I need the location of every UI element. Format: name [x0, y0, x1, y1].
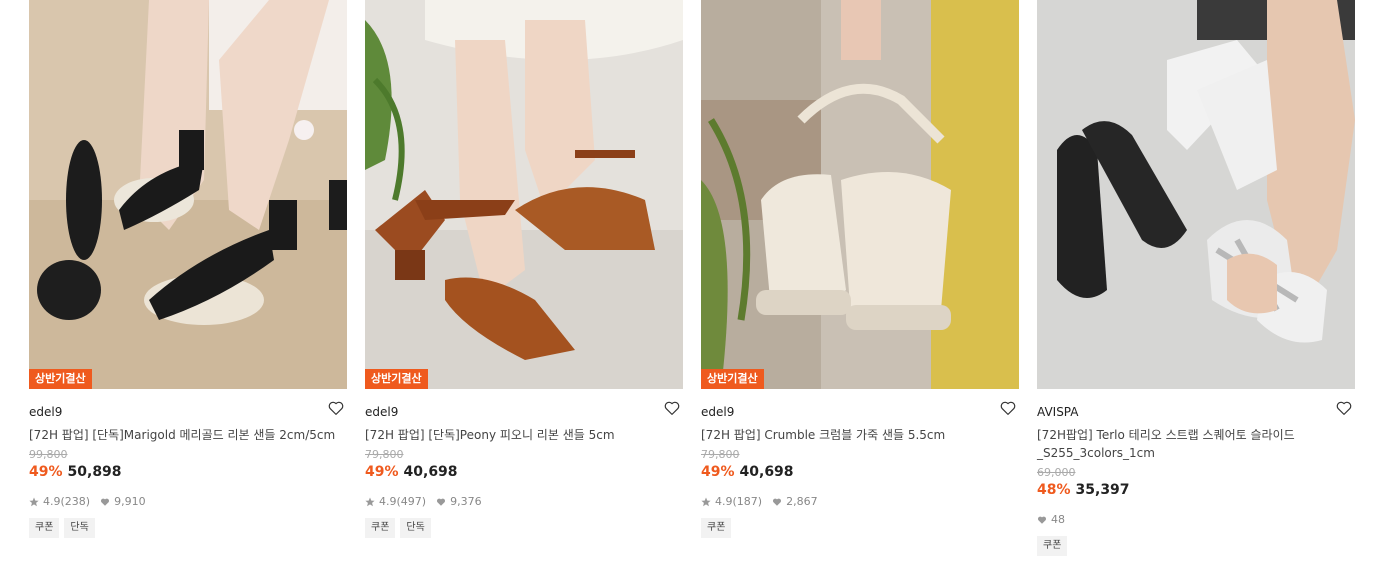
product-card[interactable]: 상반기결산 edel9 [72H 팝업] [단독]Marigold 메리골드 리…	[29, 0, 347, 538]
brand-name[interactable]: edel9	[701, 405, 734, 419]
product-stats: 48	[1037, 513, 1355, 527]
sale-badge: 상반기결산	[365, 369, 428, 389]
product-stats: 4.9 (238) 9,910	[29, 495, 347, 509]
sale-price: 40,698	[403, 464, 458, 480]
sale-price: 50,898	[67, 464, 122, 480]
tag-list: 쿠폰	[1037, 536, 1355, 556]
brand-name[interactable]: AVISPA	[1037, 405, 1078, 419]
heart-filled-icon	[436, 497, 446, 507]
review-count: (238)	[60, 495, 91, 508]
product-image[interactable]: 상반기결산	[29, 0, 347, 389]
heart-filled-icon	[100, 497, 110, 507]
rating-value: 4.9	[43, 495, 61, 508]
tag-exclusive: 단독	[64, 518, 95, 538]
discount-rate: 49%	[365, 464, 399, 480]
sale-badge: 상반기결산	[29, 369, 92, 389]
product-grid: 상반기결산 edel9 [72H 팝업] [단독]Marigold 메리골드 리…	[0, 0, 1375, 568]
product-card[interactable]: 상반기결산 edel9 [72H 팝업] Crumble 크럼블 가죽 샌들 5…	[701, 0, 1019, 538]
like-count: 9,910	[114, 495, 146, 508]
review-count: (497)	[396, 495, 427, 508]
heart-filled-icon	[772, 497, 782, 507]
tag-coupon: 쿠폰	[1037, 536, 1068, 556]
product-photo-slide-black-silver-white-icon	[1037, 0, 1355, 389]
original-price: 99,800	[29, 448, 68, 461]
product-title[interactable]: [72H 팝업] [단독]Peony 피오니 리본 샌들 5cm	[365, 426, 683, 444]
discount-rate: 49%	[29, 464, 63, 480]
price-row: 48% 35,397	[1037, 481, 1355, 499]
rating-value: 4.9	[715, 495, 733, 508]
tag-exclusive: 단독	[400, 518, 431, 538]
like-count: 2,867	[786, 495, 818, 508]
wishlist-heart-icon[interactable]	[327, 399, 345, 417]
discount-rate: 49%	[701, 464, 735, 480]
brand-name[interactable]: edel9	[29, 405, 62, 419]
original-price: 79,800	[365, 448, 404, 461]
sale-badge: 상반기결산	[701, 369, 764, 389]
product-image[interactable]	[1037, 0, 1355, 389]
discount-rate: 48%	[1037, 482, 1071, 498]
sale-price: 40,698	[739, 464, 794, 480]
wishlist-heart-icon[interactable]	[999, 399, 1017, 417]
product-photo-sandal-ivory-platform-icon	[701, 0, 1019, 389]
product-stats: 4.9 (187) 2,867	[701, 495, 1019, 509]
tag-coupon: 쿠폰	[365, 518, 396, 538]
original-price: 69,000	[1037, 466, 1076, 479]
tag-list: 쿠폰	[701, 518, 1019, 538]
product-stats: 4.9 (497) 9,376	[365, 495, 683, 509]
product-title[interactable]: [72H 팝업] Crumble 크럼블 가죽 샌들 5.5cm	[701, 426, 1019, 444]
product-card[interactable]: AVISPA [72H팝업] Terlo 테리오 스트랩 스퀘어토 슬라이드 _…	[1037, 0, 1355, 556]
star-icon	[29, 497, 39, 507]
tag-list: 쿠폰 단독	[365, 518, 683, 538]
original-price: 79,800	[701, 448, 740, 461]
tag-coupon: 쿠폰	[701, 518, 732, 538]
product-image[interactable]: 상반기결산	[701, 0, 1019, 389]
price-row: 49% 50,898	[29, 463, 347, 481]
product-title[interactable]: [72H팝업] Terlo 테리오 스트랩 스퀘어토 슬라이드 _S255_3c…	[1037, 426, 1355, 462]
product-title[interactable]: [72H 팝업] [단독]Marigold 메리골드 리본 샌들 2cm/5cm	[29, 426, 347, 444]
star-icon	[365, 497, 375, 507]
like-count: 48	[1051, 513, 1065, 526]
tag-coupon: 쿠폰	[29, 518, 60, 538]
sale-price: 35,397	[1075, 482, 1130, 498]
product-card[interactable]: 상반기결산 edel9 [72H 팝업] [단독]Peony 피오니 리본 샌들…	[365, 0, 683, 538]
brand-name[interactable]: edel9	[365, 405, 398, 419]
rating-value: 4.9	[379, 495, 397, 508]
tag-list: 쿠폰 단독	[29, 518, 347, 538]
like-count: 9,376	[450, 495, 482, 508]
price-row: 49% 40,698	[365, 463, 683, 481]
wishlist-heart-icon[interactable]	[1335, 399, 1353, 417]
review-count: (187)	[732, 495, 763, 508]
heart-filled-icon	[1037, 515, 1047, 525]
product-photo-sandal-brown-leather-icon	[365, 0, 683, 389]
star-icon	[701, 497, 711, 507]
wishlist-heart-icon[interactable]	[663, 399, 681, 417]
product-image[interactable]: 상반기결산	[365, 0, 683, 389]
price-row: 49% 40,698	[701, 463, 1019, 481]
product-photo-sandal-black-cream-bow-icon	[29, 0, 347, 389]
